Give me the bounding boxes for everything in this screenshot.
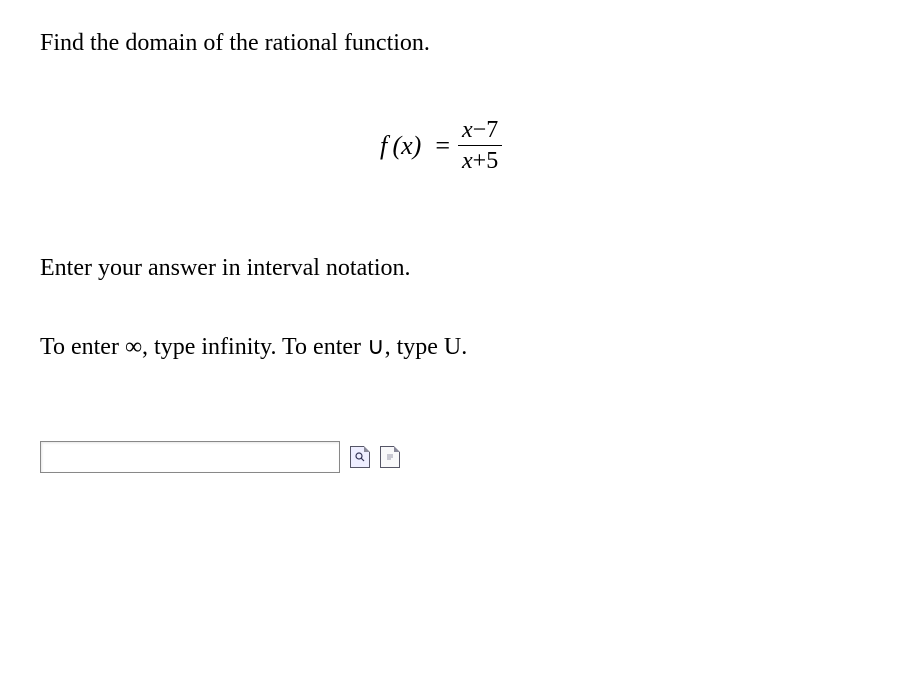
function-arg: x xyxy=(401,131,413,160)
question-prompt: Find the domain of the rational function… xyxy=(40,30,881,57)
equals-sign: = xyxy=(435,131,450,161)
preview-icon[interactable] xyxy=(350,446,370,468)
denominator-var: x xyxy=(462,148,473,174)
function-name: f xyxy=(380,131,387,160)
numerator-var: x xyxy=(462,117,473,143)
equation-lhs: f (x) xyxy=(380,131,421,161)
numerator: x−7 xyxy=(458,117,502,146)
fraction: x−7 x+5 xyxy=(458,117,502,175)
numerator-const: −7 xyxy=(473,117,499,143)
help-icon[interactable] xyxy=(380,446,400,468)
input-hint: To enter ∞, type infinity. To enter ∪, t… xyxy=(40,332,881,361)
answer-row xyxy=(40,441,881,473)
denominator-const: +5 xyxy=(473,148,499,174)
answer-input[interactable] xyxy=(40,441,340,473)
equation-display: f (x) = x−7 x+5 xyxy=(380,117,502,175)
answer-instruction: Enter your answer in interval notation. xyxy=(40,255,881,282)
denominator: x+5 xyxy=(458,146,502,174)
